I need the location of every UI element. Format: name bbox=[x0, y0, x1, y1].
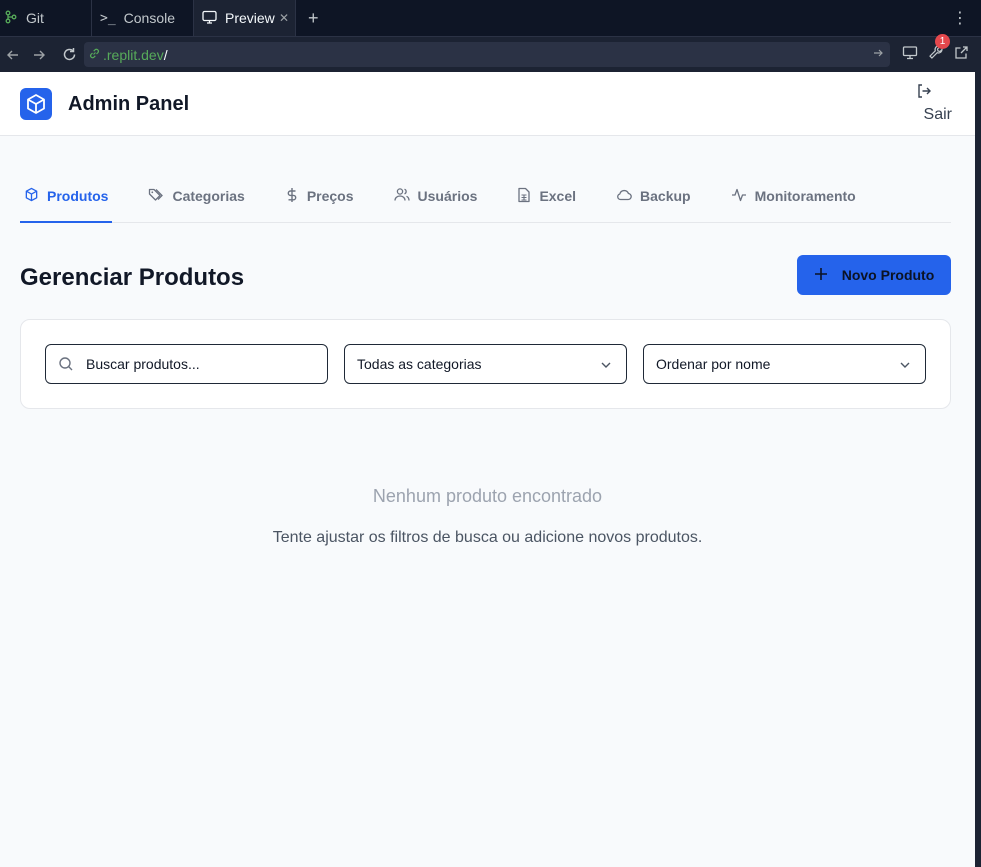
tab-precos-label: Preços bbox=[306, 188, 354, 204]
spreadsheet-icon bbox=[517, 187, 531, 206]
tab-console-label: Console bbox=[123, 10, 176, 26]
tab-excel[interactable]: Excel bbox=[513, 170, 580, 222]
new-product-button[interactable]: Novo Produto bbox=[797, 255, 951, 295]
tab-monitoramento[interactable]: Monitoramento bbox=[727, 170, 860, 222]
search-icon bbox=[58, 356, 74, 375]
notification-badge: 1 bbox=[935, 34, 950, 49]
app-preview: Admin Panel Sair Produtos Categorias Pre… bbox=[0, 72, 975, 867]
empty-state-message: Tente ajustar os filtros de busca ou adi… bbox=[272, 529, 703, 546]
filters-card: Todas as categorias Ordenar por nome bbox=[20, 319, 951, 409]
forward-arrow-icon[interactable] bbox=[26, 48, 52, 62]
tab-console[interactable]: >_ Console bbox=[92, 0, 194, 36]
search-field[interactable] bbox=[45, 344, 328, 384]
category-select[interactable]: Todas as categorias bbox=[344, 344, 627, 384]
tab-backup-label: Backup bbox=[640, 188, 691, 204]
back-arrow-icon[interactable] bbox=[0, 48, 26, 62]
url-bar-actions: 1 bbox=[902, 34, 981, 72]
tab-backup[interactable]: Backup bbox=[612, 170, 695, 222]
tab-preview[interactable]: Preview ✕ bbox=[194, 0, 296, 36]
tab-produtos[interactable]: Produtos bbox=[20, 170, 113, 223]
tab-precos[interactable]: Preços bbox=[281, 170, 358, 222]
sort-select[interactable]: Ordenar por nome bbox=[643, 344, 926, 384]
close-icon[interactable]: ✕ bbox=[279, 11, 289, 25]
new-tab-button[interactable]: + bbox=[296, 0, 331, 36]
url-bar: .replit.dev/ 1 bbox=[0, 34, 981, 72]
box-logo-icon bbox=[20, 88, 52, 120]
dollar-icon bbox=[285, 187, 299, 206]
external-link-icon[interactable] bbox=[954, 45, 969, 65]
empty-state-title: Nenhum produto encontrado bbox=[372, 486, 603, 506]
users-icon bbox=[393, 187, 410, 205]
link-icon bbox=[88, 47, 101, 63]
tab-usuarios-label: Usuários bbox=[417, 188, 478, 204]
monitor-icon bbox=[202, 10, 217, 27]
url-host: .replit.dev bbox=[103, 46, 164, 63]
sort-select-value: Ordenar por nome bbox=[656, 356, 771, 372]
tab-categorias[interactable]: Categorias bbox=[144, 170, 248, 222]
section-tabs: Produtos Categorias Preços Usuários Exce… bbox=[20, 170, 951, 223]
tab-monitoramento-label: Monitoramento bbox=[754, 188, 856, 204]
tab-categorias-label: Categorias bbox=[172, 188, 245, 204]
more-vertical-icon[interactable]: ⋮ bbox=[938, 0, 981, 36]
git-branch-icon bbox=[4, 10, 18, 27]
ide-tab-bar: Git >_ Console Preview ✕ + ⋮ bbox=[0, 0, 981, 37]
url-input[interactable]: .replit.dev / bbox=[84, 42, 890, 67]
app-title: Admin Panel bbox=[68, 93, 190, 115]
tab-git[interactable]: Git bbox=[0, 0, 92, 36]
url-path: / bbox=[163, 46, 168, 63]
activity-icon bbox=[731, 187, 747, 205]
tags-icon bbox=[148, 187, 164, 205]
reload-icon[interactable] bbox=[56, 47, 82, 62]
category-select-value: Todas as categorias bbox=[357, 356, 482, 372]
viewport-edge bbox=[975, 72, 981, 867]
arrow-right-icon[interactable] bbox=[872, 46, 884, 62]
plus-icon bbox=[814, 267, 828, 284]
logout-icon bbox=[916, 83, 932, 104]
search-input[interactable] bbox=[86, 356, 306, 372]
app-header: Admin Panel Sair bbox=[0, 72, 975, 136]
cloud-icon bbox=[616, 188, 632, 204]
tab-preview-label: Preview bbox=[225, 10, 275, 26]
devtools-wrench-icon[interactable]: 1 bbox=[928, 34, 950, 65]
logout-label: Sair bbox=[923, 106, 952, 123]
tab-produtos-label: Produtos bbox=[47, 187, 109, 204]
chevron-down-icon bbox=[899, 358, 911, 374]
tab-git-label: Git bbox=[26, 10, 44, 26]
page-title: Gerenciar Produtos bbox=[20, 264, 245, 291]
new-product-label: Novo Produto bbox=[841, 267, 935, 283]
logout-button[interactable]: Sair bbox=[916, 83, 952, 124]
tab-usuarios[interactable]: Usuários bbox=[390, 170, 482, 222]
devices-icon[interactable] bbox=[902, 45, 918, 65]
terminal-icon: >_ bbox=[100, 10, 116, 26]
tab-excel-label: Excel bbox=[539, 188, 577, 204]
chevron-down-icon bbox=[600, 358, 612, 374]
box-icon bbox=[24, 187, 39, 205]
